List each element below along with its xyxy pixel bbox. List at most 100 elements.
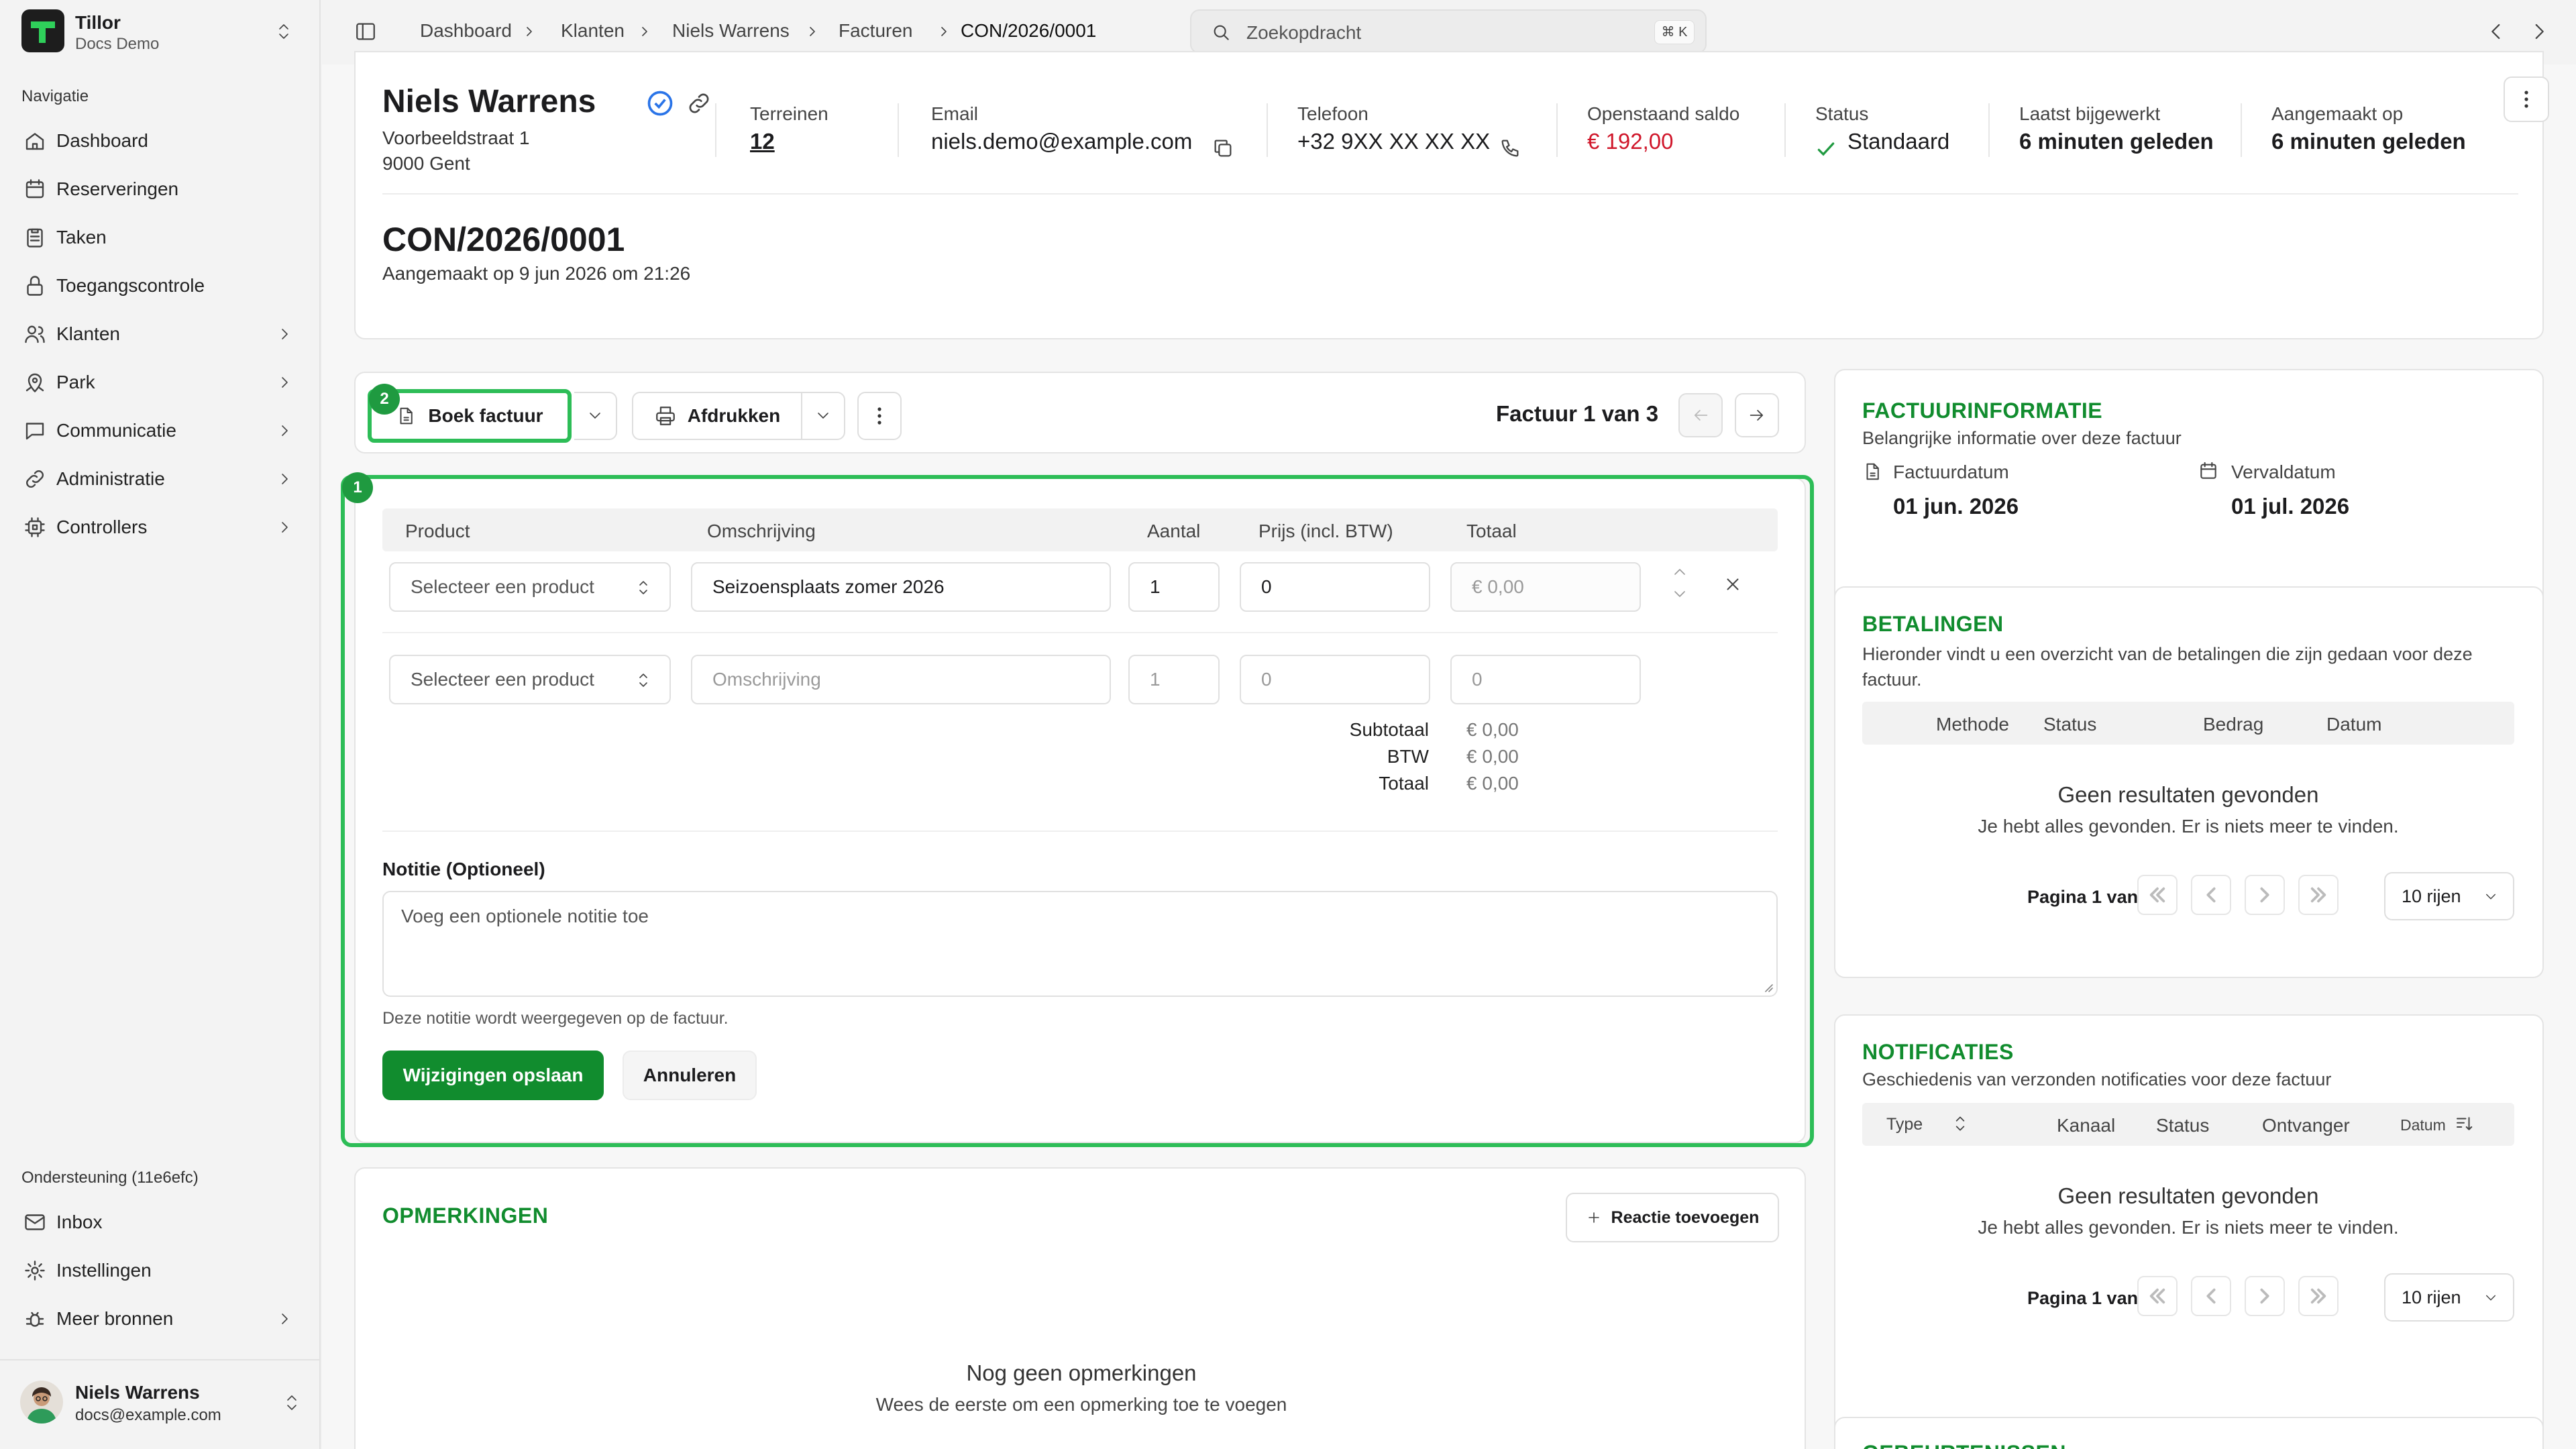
notifications-empty-sub: Je hebt alles gevonden. Er is niets meer… xyxy=(1978,1217,2399,1238)
search-icon xyxy=(1210,21,1232,43)
sort-icon[interactable] xyxy=(1953,1114,1967,1134)
sidebar-item-klanten[interactable]: Klanten xyxy=(13,313,306,356)
col-datum[interactable]: Datum xyxy=(2400,1116,2446,1134)
prev-page-button[interactable] xyxy=(2191,1276,2231,1316)
events-title: GEBEURTENISSEN xyxy=(1862,1441,2066,1449)
notifications-title: NOTIFICATIES xyxy=(1862,1040,2014,1064)
sidebar-item-reserveringen[interactable]: Reserveringen xyxy=(13,168,306,211)
sidebar-item-dashboard[interactable]: Dashboard xyxy=(13,119,306,162)
sidebar-item-label: Inbox xyxy=(56,1212,103,1232)
divider xyxy=(898,103,899,157)
sidebar-item-meer-bronnen[interactable]: Meer bronnen xyxy=(13,1297,306,1340)
users-icon xyxy=(23,322,47,346)
col-type[interactable]: Type xyxy=(1886,1115,1923,1134)
rows-per-page-value: 10 rijen xyxy=(2402,1287,2461,1307)
sidebar-item-toegangscontrole[interactable]: Toegangscontrole xyxy=(13,264,306,307)
arrow-left-icon xyxy=(1691,406,1710,425)
sidebar-item-park[interactable]: Park xyxy=(13,361,306,404)
prev-page-button[interactable] xyxy=(2191,875,2231,915)
map-pin-icon xyxy=(23,370,47,394)
sidebar-item-administratie[interactable]: Administratie xyxy=(13,458,306,500)
stat-value: 6 minuten geleden xyxy=(2019,129,2214,154)
previous-invoice-button[interactable] xyxy=(1678,393,1723,437)
payments-empty-title: Geen resultaten gevonden xyxy=(2057,782,2319,807)
next-page-button[interactable] xyxy=(2245,1276,2285,1316)
add-comment-button[interactable]: Reactie toevoegen xyxy=(1566,1193,1779,1242)
factuurinfo-sub: Belangrijke informatie over deze factuur xyxy=(1862,428,2182,448)
forward-icon[interactable] xyxy=(2529,20,2549,43)
sidebar-item-instellingen[interactable]: Instellingen xyxy=(13,1249,306,1292)
chevron-down-icon xyxy=(815,409,831,423)
divider xyxy=(1556,103,1558,157)
stat-label: Openstaand saldo xyxy=(1587,103,1740,124)
sidebar-item-label: Dashboard xyxy=(56,130,148,151)
next-invoice-button[interactable] xyxy=(1735,393,1779,437)
sidebar-item-communicatie[interactable]: Communicatie xyxy=(13,409,306,452)
calendar-icon xyxy=(23,177,47,201)
stat-telefoon: Telefoon +32 9XX XX XX XX xyxy=(1297,103,1566,157)
stat-value: +32 9XX XX XX XX xyxy=(1297,129,1491,154)
more-actions-button[interactable] xyxy=(2504,76,2549,122)
col-methode: Methode xyxy=(1936,714,2009,735)
last-page-button[interactable] xyxy=(2298,875,2339,915)
chevron-right-icon xyxy=(639,24,651,39)
highlight-frame-1 xyxy=(341,475,1814,1147)
sidebar-item-label: Administratie xyxy=(56,468,165,489)
breadcrumb-klanten[interactable]: Klanten xyxy=(561,20,625,42)
sidebar-item-label: Communicatie xyxy=(56,420,176,441)
stat-value[interactable]: 12 xyxy=(750,129,828,154)
betalingen-card: BETALINGEN Hieronder vindt u een overzic… xyxy=(1834,586,2544,978)
comments-card: OPMERKINGEN Reactie toevoegen Nog geen o… xyxy=(354,1167,1806,1449)
divider xyxy=(1988,103,1990,157)
payments-empty-sub: Je hebt alles gevonden. Er is niets meer… xyxy=(1978,816,2399,837)
rows-per-page-select[interactable]: 10 rijen xyxy=(2384,1273,2514,1322)
phone-icon[interactable] xyxy=(1499,137,1521,160)
breadcrumb-customer[interactable]: Niels Warrens xyxy=(672,20,790,42)
chevron-right-icon xyxy=(278,374,291,390)
search-input[interactable]: Zoekopdracht ⌘ K xyxy=(1190,9,1707,54)
user-menu[interactable]: Niels Warrens docs@example.com xyxy=(13,1368,306,1438)
sidebar-item-taken[interactable]: Taken xyxy=(13,216,306,259)
chevron-down-icon xyxy=(2483,1292,2498,1304)
next-page-button[interactable] xyxy=(2245,875,2285,915)
divider xyxy=(715,103,716,157)
sidebar-toggle-icon[interactable] xyxy=(354,20,377,43)
sidebar-item-label: Reserveringen xyxy=(56,178,179,199)
due-date: 01 jul. 2026 xyxy=(2231,494,2350,519)
nav-group-label: Navigatie xyxy=(21,87,89,105)
avatar xyxy=(20,1381,63,1424)
copy-link-icon[interactable] xyxy=(686,90,712,117)
sidebar-item-label: Klanten xyxy=(56,323,120,344)
col-bedrag: Bedrag xyxy=(2203,714,2264,735)
payments-title: BETALINGEN xyxy=(1862,612,2004,636)
first-page-button[interactable] xyxy=(2137,875,2178,915)
support-group-label: Ondersteuning (11e6efc) xyxy=(21,1169,199,1187)
last-page-button[interactable] xyxy=(2298,1276,2339,1316)
sidebar-item-inbox[interactable]: Inbox xyxy=(13,1201,306,1244)
rows-per-page-select[interactable]: 10 rijen xyxy=(2384,872,2514,920)
first-page-button[interactable] xyxy=(2137,1276,2178,1316)
mail-icon xyxy=(23,1210,47,1234)
stat-aangemaakt-op: Aangemaakt op 6 minuten geleden xyxy=(2271,103,2466,154)
sort-desc-icon[interactable] xyxy=(2454,1114,2474,1134)
print-button[interactable]: Afdrukken xyxy=(632,392,802,440)
payments-page-info: Pagina 1 van 1 xyxy=(2027,887,2153,907)
stat-openstaand-saldo: Openstaand saldo € 192,00 xyxy=(1587,103,1739,154)
back-icon[interactable] xyxy=(2486,20,2506,43)
copy-icon[interactable] xyxy=(1212,137,1234,160)
stat-label: Status xyxy=(1815,103,1869,124)
print-options-button[interactable] xyxy=(801,392,845,440)
sidebar-item-controllers[interactable]: Controllers xyxy=(13,506,306,549)
stat-status: Status Standaard xyxy=(1815,103,1949,156)
verified-icon xyxy=(645,89,675,118)
breadcrumb-facturen[interactable]: Facturen xyxy=(839,20,913,42)
book-options-button[interactable] xyxy=(574,392,617,440)
invoice-more-button[interactable] xyxy=(857,392,902,440)
chevron-down-icon xyxy=(2483,891,2498,903)
stat-email: Email niels.demo@example.com xyxy=(931,103,1280,157)
printer-icon xyxy=(654,405,677,427)
sidebar: Tillor Docs Demo Navigatie Dashboard Res… xyxy=(0,0,321,1449)
stat-label: Email xyxy=(931,103,979,124)
breadcrumb-dashboard[interactable]: Dashboard xyxy=(420,20,512,42)
workspace-switcher[interactable]: Tillor Docs Demo xyxy=(21,9,303,56)
